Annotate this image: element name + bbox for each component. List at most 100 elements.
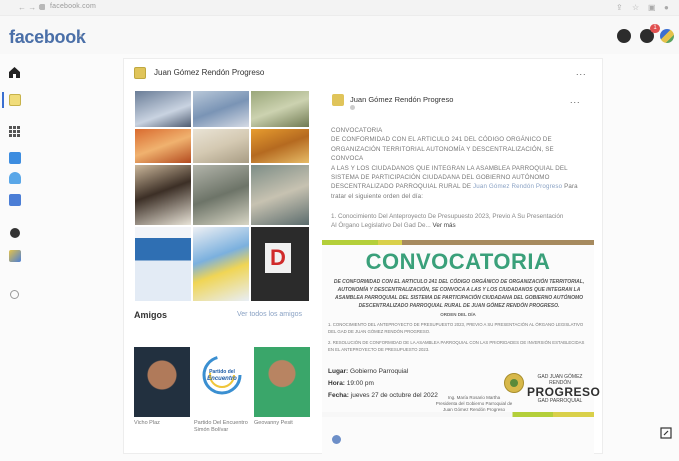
post-author-name[interactable]: Juan Gómez Rendón Progreso	[350, 95, 453, 104]
photo-thumbnail[interactable]: D	[250, 226, 310, 302]
post-tag-link[interactable]: Juan Gómez Rendón Progreso	[473, 183, 562, 190]
profile-more-options[interactable]: ...	[576, 67, 587, 77]
friend-name[interactable]: Geovanny Pesit	[254, 420, 310, 427]
see-all-friends-link[interactable]: Ver todos los amigos	[237, 311, 302, 318]
friend-card[interactable]: Partido del Encuentro Partido Del Encuen…	[194, 347, 250, 434]
edit-icon[interactable]	[660, 427, 672, 439]
post-text-line: A LAS Y LOS CIUDADANOS QUE INTEGRAN LA A…	[331, 164, 568, 172]
flyer-label: Fecha:	[328, 392, 349, 399]
photo-thumbnail[interactable]	[134, 164, 192, 226]
flyer-label: Hora:	[328, 380, 345, 387]
account-avatar[interactable]	[660, 29, 674, 43]
groups-icon[interactable]	[9, 194, 21, 206]
flyer-stripe	[378, 240, 402, 245]
post-text-line: CONVOCATORIA	[331, 127, 383, 134]
post-agenda-span: Al Órgano Legislativo Del Gad De...	[331, 222, 431, 229]
pages-icon[interactable]	[9, 250, 21, 262]
profile-name[interactable]: Juan Gómez Rendón Progreso	[154, 68, 264, 77]
gad-name-block: GAD JUAN GÓMEZ RENDÓN PROGRESO GAD PARRO…	[527, 374, 601, 404]
convocatoria-flyer[interactable]: CONVOCATORIA DE CONFORMIDAD CON EL ARTIC…	[322, 240, 601, 461]
friend-name[interactable]: Partido Del Encuentro Simón Bolívar	[194, 420, 250, 434]
profile-shortcut-icon[interactable]	[9, 94, 21, 106]
post-text-line: ORGANIZACIÓN TERRITORIAL AUTONOMÍA Y DES…	[331, 145, 554, 163]
flyer-item: 1. CONOCIMIENTO DEL ANTEPROYECTO DE PRES…	[328, 322, 584, 334]
post-author-avatar[interactable]	[332, 94, 344, 106]
facebook-logo[interactable]: facebook	[9, 27, 86, 48]
star-icon[interactable]: ☆	[632, 3, 639, 12]
post-text-span: Para	[564, 183, 578, 191]
flyer-value: jueves 27 de octubre del 2022	[350, 392, 438, 399]
post-card: Juan Gómez Rendón Progreso ... CONVOCATO…	[322, 91, 600, 461]
lock-icon	[40, 4, 45, 10]
marketplace-icon[interactable]	[9, 172, 21, 184]
friend-photo[interactable]	[254, 347, 310, 417]
left-sidebar	[0, 54, 30, 454]
post-more-options[interactable]: ...	[570, 95, 581, 105]
friend-photo[interactable]: Partido del Encuentro	[194, 347, 250, 417]
friend-photo[interactable]	[134, 347, 190, 417]
post-agenda-line: Al Órgano Legislativo Del Gad De... Ver …	[331, 221, 586, 230]
share-icon[interactable]: ⇪	[616, 3, 623, 12]
profile-avatar[interactable]	[134, 67, 146, 79]
search-icon[interactable]: ⌕	[78, 30, 83, 41]
flyer-hora: Hora: 19:00 pm	[328, 380, 374, 387]
messenger-icon[interactable]	[617, 29, 631, 43]
notification-badge: 1	[650, 24, 660, 33]
extensions-icon[interactable]: ▣	[648, 3, 656, 12]
photo-thumbnail[interactable]	[250, 164, 310, 226]
partido-encuentro-logo	[202, 355, 242, 395]
post-agenda-line: 1. Conocimiento Del Anteproyecto De Pres…	[331, 213, 564, 220]
photo-thumbnail[interactable]	[192, 226, 250, 302]
flyer-value: 19:00 pm	[346, 380, 374, 387]
facebook-page: ← → C facebook.com ⇪ ☆ ▣ ● facebook ⌕ 1 …	[0, 0, 679, 461]
flyer-signature: Ing. María Rosario Martha Presidenta del…	[434, 395, 514, 413]
flyer-stripe	[402, 240, 594, 245]
post-text-line: DE CONFORMIDAD CON EL ARTICULO 241 DEL C…	[331, 136, 552, 144]
profile-icon[interactable]: ●	[664, 3, 669, 12]
like-icon[interactable]	[332, 435, 341, 444]
friend-card[interactable]: Geovanny Pesit	[254, 347, 310, 427]
post-text-line: DESCENTRALIZADO PARROQUIAL RURAL DE Juan…	[331, 182, 586, 191]
photo-thumbnail[interactable]	[250, 128, 310, 164]
post-text-line: SISTEMA DE PARTICIPACIÓN CIUDADANA DEL G…	[331, 174, 550, 182]
flyer-label: Lugar:	[328, 368, 349, 375]
active-indicator	[2, 92, 4, 108]
friend-name[interactable]: Vicho Plaz	[134, 420, 190, 427]
friends-section-title: Amigos	[134, 310, 168, 320]
flyer-stripe	[322, 240, 378, 245]
post-text-line: tratar el siguiente orden del día:	[331, 192, 424, 200]
photo-thumbnail[interactable]	[134, 226, 192, 302]
see-more-link[interactable]: Ver más	[433, 222, 456, 229]
watch-icon[interactable]	[9, 152, 21, 164]
gaming-icon[interactable]	[10, 228, 20, 238]
photo-thumbnail[interactable]	[250, 90, 310, 128]
flyer-title: CONVOCATORIA	[365, 249, 551, 274]
friend-card[interactable]: Vicho Plaz	[134, 347, 190, 427]
menu-grid-icon[interactable]	[9, 126, 20, 137]
gad-name-line: PROGRESO	[527, 385, 601, 399]
url-text[interactable]: facebook.com	[50, 3, 96, 10]
link-icon[interactable]	[10, 290, 19, 299]
partido-logo-text: Encuentro	[207, 376, 237, 382]
photo-thumbnail[interactable]	[134, 128, 192, 164]
photo-letter-sign: D	[265, 243, 291, 273]
flyer-fecha: Fecha: jueves 27 de octubre del 2022	[328, 392, 438, 399]
profile-content-card: Juan Gómez Rendón Progreso ... D Amigos …	[123, 58, 603, 461]
flyer-item: 2. RESOLUCIÓN DE CONFORMIDAD DE LA ASAMB…	[328, 340, 585, 352]
photo-thumbnail[interactable]	[192, 128, 250, 164]
gad-crest-icon	[504, 373, 524, 393]
flyer-orden-del-dia: ORDEN DEL DÍA	[440, 312, 476, 317]
post-text-span: DESCENTRALIZADO PARROQUIAL RURAL DE	[331, 183, 472, 191]
flyer-value: Gobierno Parroquial	[350, 368, 409, 375]
post-agenda-item: 1. Conocimiento Del Anteproyecto De Pres…	[331, 212, 586, 230]
home-icon[interactable]	[8, 66, 21, 79]
globe-icon	[350, 105, 355, 110]
photo-thumbnail[interactable]	[192, 164, 250, 226]
photo-thumbnail[interactable]	[192, 90, 250, 128]
post-text: CONVOCATORIA DE CONFORMIDAD CON EL ARTIC…	[331, 126, 586, 201]
photo-thumbnail[interactable]	[134, 90, 192, 128]
facebook-top-bar: facebook ⌕ 1	[0, 16, 679, 54]
flyer-body: DE CONFORMIDAD CON EL ARTICULO 241 DEL C…	[333, 279, 585, 309]
partido-logo-text: Partido del	[209, 369, 235, 375]
photos-grid: D	[134, 90, 310, 343]
